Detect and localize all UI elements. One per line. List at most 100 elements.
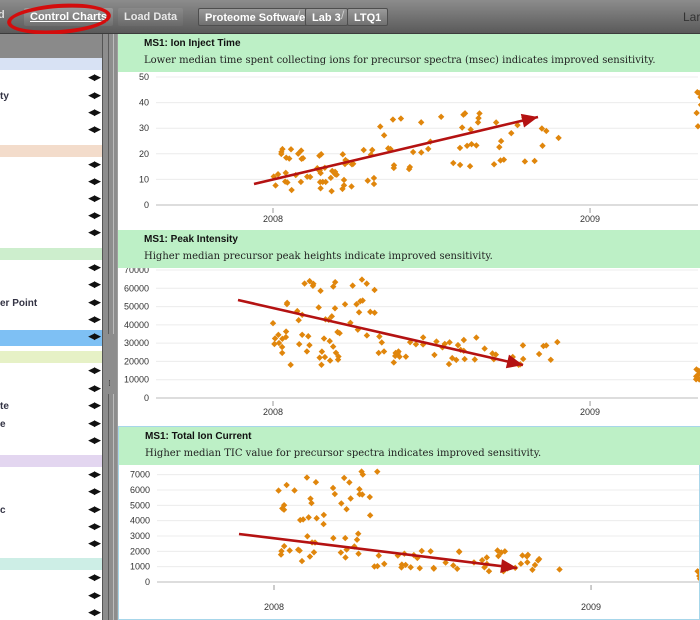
tab-load-data[interactable]: Load Data (118, 8, 184, 26)
y-tick-label: 6000 (130, 485, 150, 495)
sidebar-metric-row[interactable]: ◀▶ (0, 382, 102, 398)
sidebar-metric-row[interactable]: ◀▶ (0, 485, 102, 501)
sidebar-metric-label: ty (0, 91, 9, 102)
data-point (312, 479, 320, 486)
sidebar-group-header[interactable] (0, 455, 102, 467)
user-name: Lar (683, 10, 700, 24)
sidebar-arrows-icon[interactable]: ◀▶ (88, 539, 101, 549)
sidebar-group-header[interactable] (0, 558, 102, 570)
data-point (460, 336, 468, 344)
data-point (376, 333, 383, 340)
data-point (320, 511, 328, 519)
data-point (419, 334, 427, 341)
sidebar-arrows-icon[interactable]: ◀▶ (88, 194, 101, 204)
sidebar-arrows-icon[interactable]: ◀▶ (88, 573, 101, 583)
data-point (476, 110, 483, 117)
sidebar-metric-row[interactable]: er Point ◀▶ (0, 296, 102, 312)
data-point (328, 187, 335, 195)
data-point (456, 161, 464, 169)
sidebar-metric-row[interactable]: ◀▶ (0, 606, 102, 620)
sidebar-arrows-icon[interactable]: ◀▶ (88, 332, 101, 342)
data-point (346, 479, 353, 486)
sidebar-arrows-icon[interactable]: ◀▶ (88, 280, 101, 290)
sidebar-arrows-icon[interactable]: ◀▶ (88, 108, 101, 118)
sidebar-metric-row[interactable]: ◀▶ (0, 175, 102, 191)
sidebar-arrows-icon[interactable]: ◀▶ (88, 298, 101, 308)
sidebar-metric-row[interactable]: ◀▶ (0, 434, 102, 450)
sidebar-arrows-icon[interactable]: ◀▶ (88, 160, 101, 170)
sidebar-arrows-icon[interactable]: ◀▶ (88, 228, 101, 238)
y-tick-label: 2000 (130, 546, 150, 556)
data-point (316, 354, 323, 361)
sidebar-arrows-icon[interactable]: ◀▶ (88, 125, 101, 135)
tab-control-charts[interactable]: Control Charts (24, 8, 113, 26)
data-point (283, 481, 290, 489)
sidebar-arrows-icon[interactable]: ◀▶ (88, 177, 101, 187)
sidebar-arrows-icon[interactable]: ◀▶ (88, 91, 101, 101)
sidebar-metric-row[interactable]: ◀▶ (0, 226, 102, 242)
sidebar-arrows-icon[interactable]: ◀▶ (88, 522, 101, 532)
sidebar-arrows-icon[interactable]: ◀▶ (88, 591, 101, 601)
data-point (481, 345, 488, 352)
sidebar-arrows-icon[interactable]: ◀▶ (88, 470, 101, 480)
sidebar-metric-row[interactable]: ◀▶ (0, 330, 102, 346)
sidebar-arrows-icon[interactable]: ◀▶ (88, 366, 101, 376)
sidebar-group-header[interactable] (0, 58, 102, 70)
x-tick-label: 2008 (263, 214, 283, 224)
sidebar-arrows-icon[interactable]: ◀▶ (88, 384, 101, 394)
breadcrumb-ltq1[interactable]: LTQ1 (347, 8, 389, 26)
sidebar-metric-row[interactable]: ◀▶ (0, 123, 102, 139)
y-tick-label: 0 (145, 577, 150, 587)
data-point (417, 119, 425, 126)
sidebar-metric-row[interactable]: ◀▶ (0, 71, 102, 87)
sidebar-arrows-icon[interactable]: ◀▶ (88, 73, 101, 83)
sidebar-arrows-icon[interactable]: ◀▶ (88, 487, 101, 497)
data-point (363, 332, 371, 339)
sidebar-metric-row[interactable]: ◀▶ (0, 158, 102, 174)
sidebar-metric-row[interactable]: ◀▶ (0, 468, 102, 484)
sidebar-metric-row[interactable]: ◀▶ (0, 106, 102, 122)
sidebar-arrows-icon[interactable]: ◀▶ (88, 608, 101, 618)
sidebar-metric-row[interactable]: e ◀▶ (0, 417, 102, 433)
data-point (519, 552, 526, 559)
sidebar-group-header[interactable] (0, 351, 102, 363)
sidebar-arrows-icon[interactable]: ◀▶ (88, 211, 101, 221)
sidebar-metric-row[interactable]: ◀▶ (0, 571, 102, 587)
sidebar-metric-row[interactable]: ◀▶ (0, 278, 102, 294)
sidebar-metric-row[interactable]: ◀▶ (0, 364, 102, 380)
sidebar-arrows-icon[interactable]: ◀▶ (88, 401, 101, 411)
sidebar-metric-row[interactable]: ◀▶ (0, 192, 102, 208)
splitter-grip-icon[interactable]: ⁞ (108, 379, 111, 389)
sidebar-metric-row[interactable]: ◀▶ (0, 520, 102, 536)
sidebar-group-header[interactable] (0, 145, 102, 157)
sidebar-metric-row[interactable]: ty ◀▶ (0, 89, 102, 105)
sidebar-metric-row[interactable]: ◀▶ (0, 313, 102, 329)
data-point (431, 351, 438, 359)
data-point (353, 536, 361, 543)
sidebar-metric-row[interactable]: ◀▶ (0, 589, 102, 605)
metrics-sidebar: ◀▶ ty ◀▶ ◀▶ ◀▶ ◀▶ ◀▶ ◀▶ ◀▶ ◀▶ ◀▶ ◀▶ er Point ◀▶ ◀▶ ◀▶ ◀▶… (0, 58, 102, 620)
sidebar-metric-row[interactable]: ◀▶ (0, 261, 102, 277)
pane-splitter[interactable]: ⁞ (102, 34, 118, 620)
sidebar-metric-row[interactable]: ◀▶ (0, 537, 102, 553)
data-point (343, 505, 350, 513)
clipped-label: d (0, 9, 5, 21)
data-point (446, 339, 453, 346)
data-point (556, 566, 563, 573)
sidebar-arrows-icon[interactable]: ◀▶ (88, 419, 101, 429)
sidebar-group-header[interactable] (0, 248, 102, 260)
sidebar-arrows-icon[interactable]: ◀▶ (88, 505, 101, 515)
sidebar-metric-row[interactable]: te ◀▶ (0, 399, 102, 415)
data-point (521, 158, 529, 165)
breadcrumb-proteome-software[interactable]: Proteome Software (198, 8, 313, 26)
sidebar-arrows-icon[interactable]: ◀▶ (88, 315, 101, 325)
data-point (554, 338, 561, 346)
sidebar-metric-row[interactable]: c ◀▶ (0, 503, 102, 519)
sidebar-arrows-icon[interactable]: ◀▶ (88, 263, 101, 273)
sidebar-arrows-icon[interactable]: ◀▶ (88, 436, 101, 446)
x-tick-label: 2008 (263, 407, 283, 417)
data-point (418, 149, 425, 156)
data-point (475, 114, 482, 122)
data-point (320, 520, 327, 528)
sidebar-metric-row[interactable]: ◀▶ (0, 209, 102, 225)
